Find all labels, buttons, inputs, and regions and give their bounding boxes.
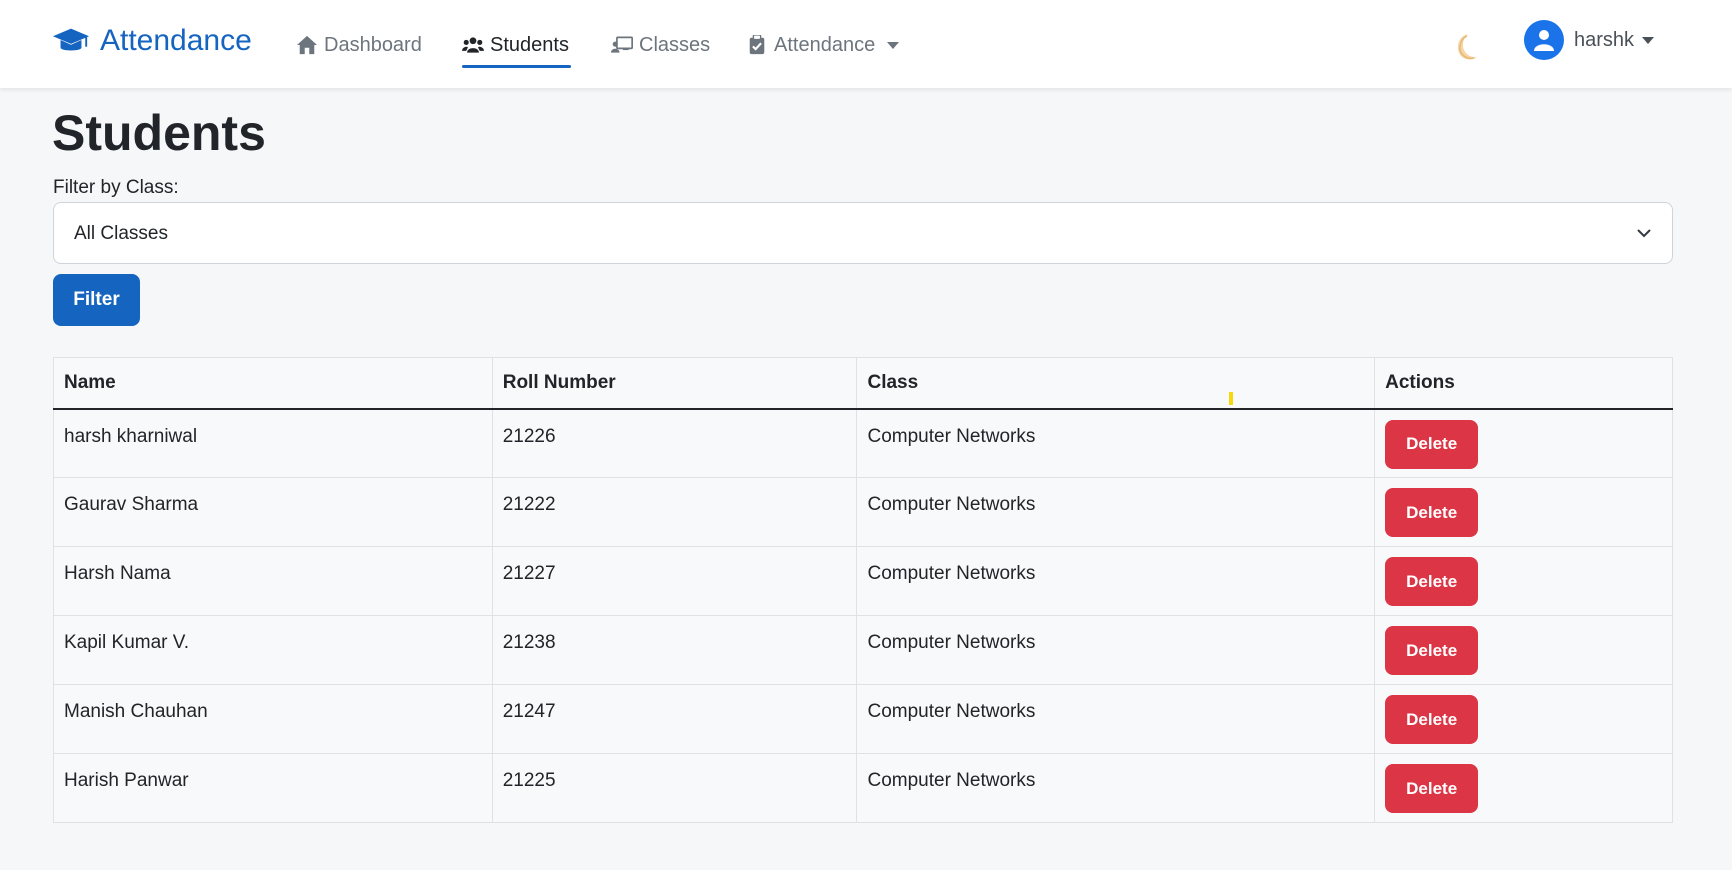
student-class: Computer Networks — [856, 546, 1376, 616]
nav-dashboard[interactable]: Dashboard — [296, 30, 422, 60]
students-table: Name Roll Number Class Actions harsh kha… — [53, 357, 1673, 823]
student-class: Computer Networks — [856, 615, 1376, 685]
brand-title: Attendance — [100, 24, 252, 57]
actions-cell: Delete — [1374, 615, 1673, 685]
student-class: Computer Networks — [856, 753, 1376, 823]
header-roll-number: Roll Number — [491, 357, 858, 410]
chalkboard-teacher-icon — [611, 36, 633, 53]
table-row: Gaurav Sharma 21222 Computer Networks De… — [53, 477, 1673, 547]
nav-attendance-dropdown[interactable]: Attendance — [746, 30, 900, 60]
delete-button[interactable]: Delete — [1385, 764, 1479, 813]
table-row: Kapil Kumar V. 21238 Computer Networks D… — [53, 615, 1673, 685]
nav-classes-label: Classes — [639, 33, 711, 56]
class-filter-select[interactable]: All Classes — [53, 202, 1673, 264]
student-roll: 21227 — [491, 546, 858, 616]
table-row: Manish Chauhan 21247 Computer Networks D… — [53, 684, 1673, 754]
student-class: Computer Networks — [856, 477, 1376, 547]
actions-cell: Delete — [1374, 684, 1673, 754]
student-name: harsh kharniwal — [53, 408, 493, 478]
nav-attendance-label: Attendance — [774, 33, 876, 56]
filter-button[interactable]: Filter — [53, 274, 140, 326]
actions-cell: Delete — [1374, 753, 1673, 823]
actions-cell: Delete — [1374, 477, 1673, 547]
chevron-down-icon — [1642, 36, 1655, 44]
nav-classes[interactable]: Classes — [611, 30, 710, 60]
user-menu[interactable]: harshk — [1524, 20, 1655, 60]
student-name: Manish Chauhan — [53, 684, 493, 754]
student-name: Gaurav Sharma — [53, 477, 493, 547]
users-icon — [462, 37, 484, 53]
student-class: Computer Networks — [856, 408, 1376, 478]
nav-dashboard-label: Dashboard — [324, 33, 422, 56]
filter-label: Filter by Class: — [53, 177, 179, 198]
header-name: Name — [53, 357, 493, 410]
header-class: Class — [856, 357, 1376, 410]
avatar — [1524, 20, 1564, 60]
moon-icon — [1457, 34, 1477, 60]
student-roll: 21226 — [491, 408, 858, 478]
student-name: Harish Panwar — [53, 753, 493, 823]
student-roll: 21225 — [491, 753, 858, 823]
nav-students[interactable]: Students — [462, 30, 569, 60]
delete-button[interactable]: Delete — [1385, 695, 1479, 744]
actions-cell: Delete — [1374, 408, 1673, 478]
user-icon — [1534, 30, 1554, 51]
actions-cell: Delete — [1374, 546, 1673, 616]
student-class: Computer Networks — [856, 684, 1376, 754]
delete-button[interactable]: Delete — [1385, 419, 1479, 469]
table-row: Harish Panwar 21225 Computer Networks De… — [53, 753, 1673, 823]
student-roll: 21222 — [491, 477, 858, 547]
chevron-down-icon — [887, 41, 900, 49]
class-filter-value: All Classes — [74, 223, 168, 244]
table-row: harsh kharniwal 21226 Computer Networks … — [53, 408, 1673, 478]
student-name: Kapil Kumar V. — [53, 615, 493, 685]
home-icon — [297, 35, 317, 55]
brand-link[interactable]: Attendance — [52, 24, 252, 58]
nav-students-label: Students — [490, 33, 569, 56]
page-title: Students — [52, 105, 266, 161]
table-row: Harsh Nama 21227 Computer Networks Delet… — [53, 546, 1673, 616]
table-header-row: Name Roll Number Class Actions — [53, 357, 1673, 410]
delete-button[interactable]: Delete — [1385, 626, 1479, 675]
clipboard-check-icon — [749, 35, 765, 55]
delete-button[interactable]: Delete — [1385, 557, 1479, 606]
student-roll: 21247 — [491, 684, 858, 754]
chevron-down-icon — [1637, 229, 1651, 238]
student-name: Harsh Nama — [53, 546, 493, 616]
student-roll: 21238 — [491, 615, 858, 685]
graduation-cap-icon — [52, 28, 90, 51]
theme-toggle[interactable] — [1446, 30, 1480, 64]
active-nav-indicator — [462, 65, 571, 68]
delete-button[interactable]: Delete — [1385, 488, 1479, 537]
header-actions: Actions — [1374, 357, 1673, 410]
navbar: Attendance Dashboard Students Classes At… — [0, 0, 1732, 88]
text-cursor — [1229, 392, 1233, 405]
username: harshk — [1574, 28, 1635, 51]
